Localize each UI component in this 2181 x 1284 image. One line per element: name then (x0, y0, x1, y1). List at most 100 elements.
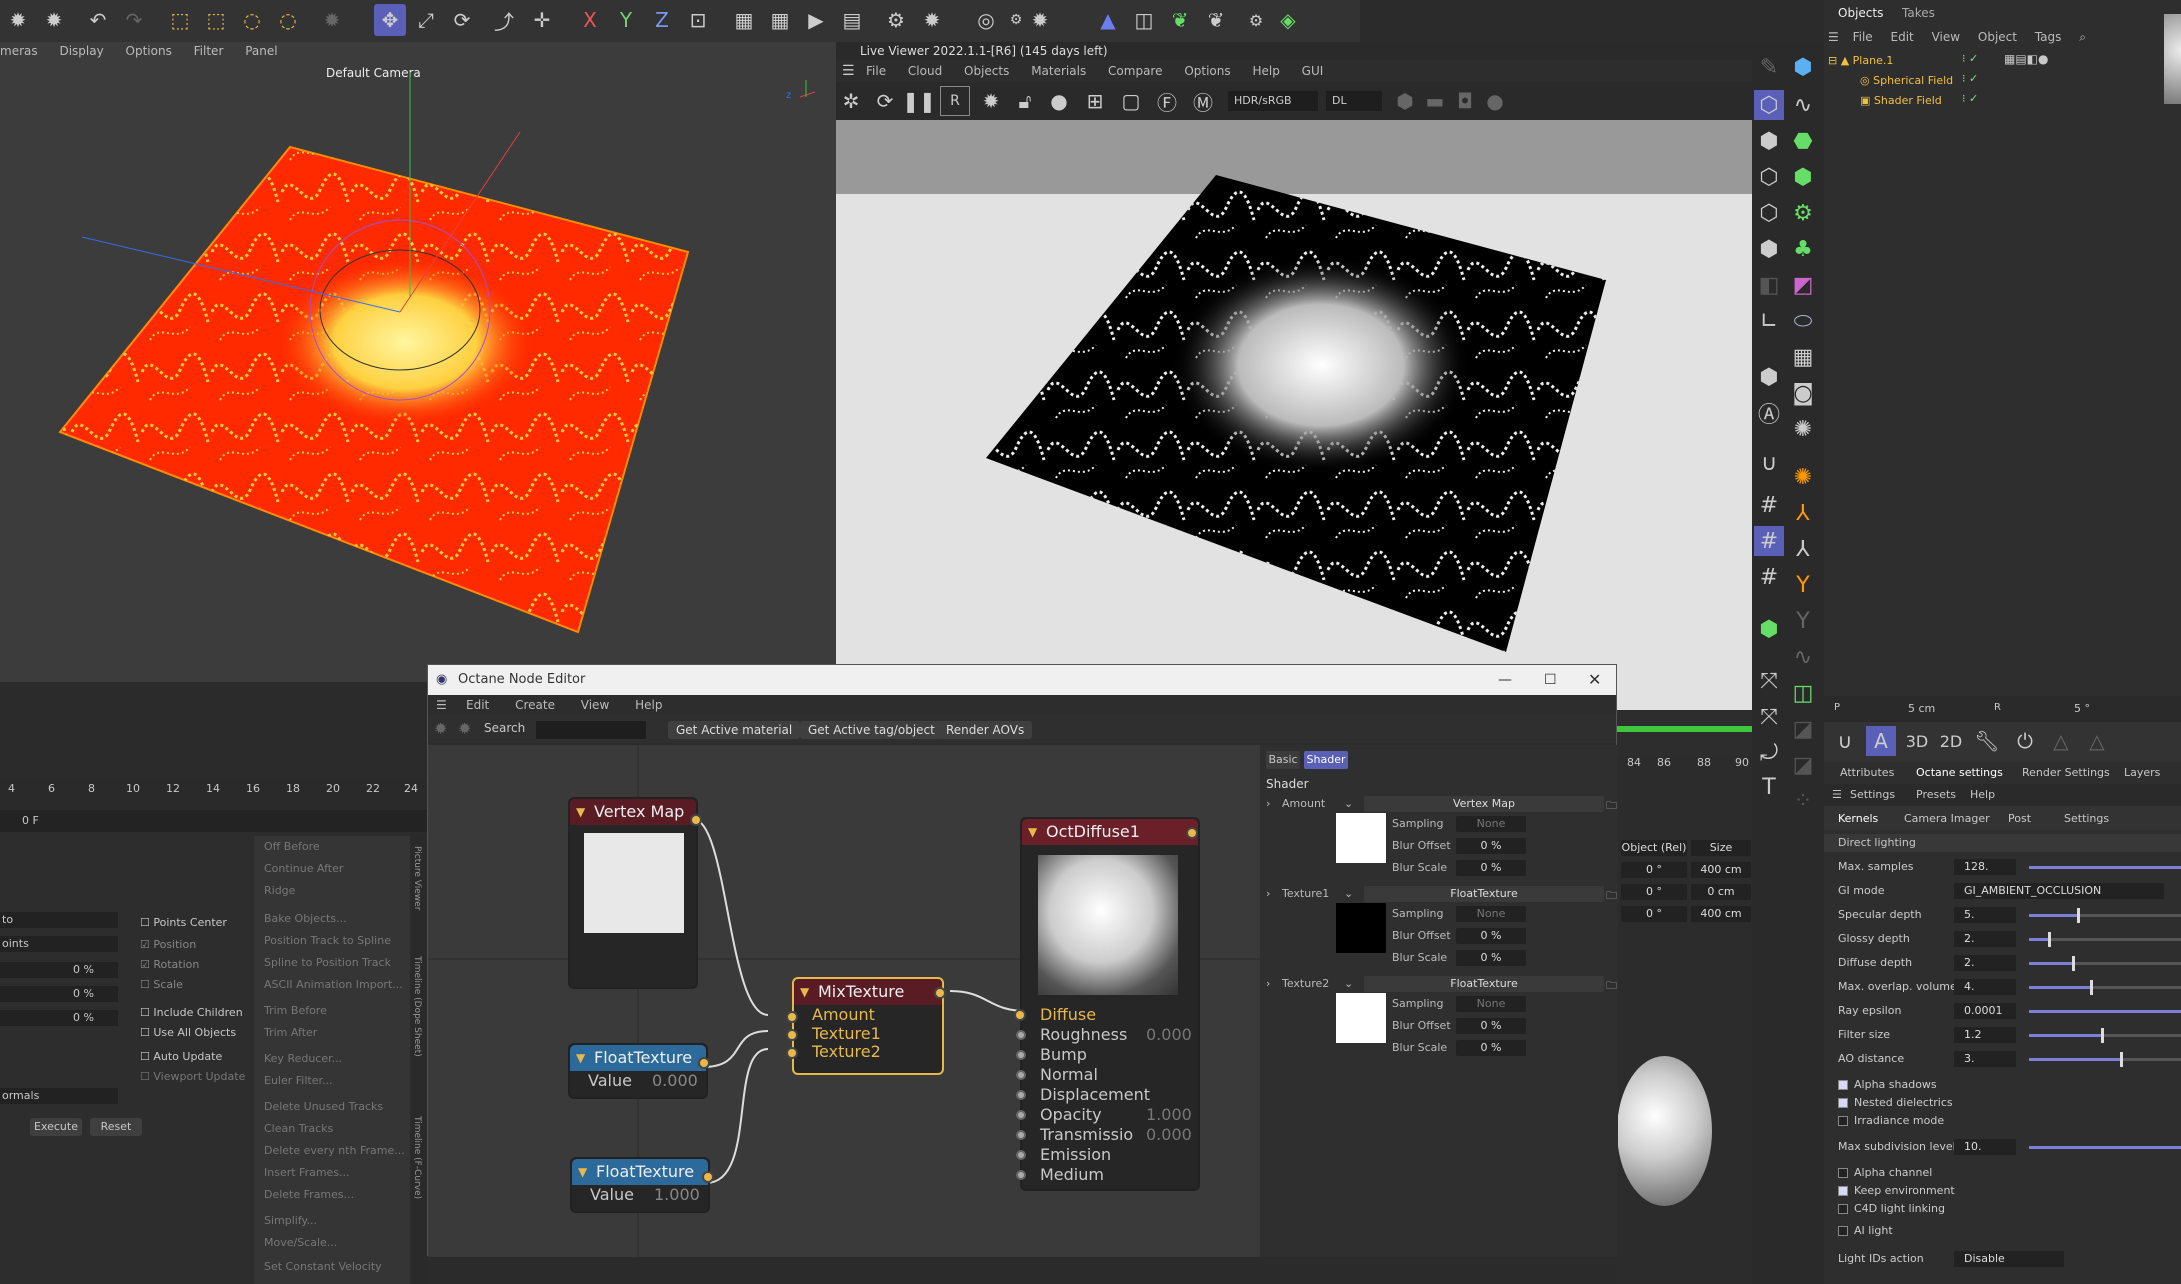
chevron-down-icon[interactable]: ⌄ (1344, 887, 1353, 900)
text-icon[interactable]: A (1866, 726, 1896, 756)
menu-item[interactable]: Move/Scale... (264, 1232, 337, 1254)
objects-menu-view[interactable]: View (1932, 30, 1960, 44)
get-active-material-button[interactable]: Get Active material (668, 721, 801, 739)
chevron-down-icon[interactable]: ⌄ (1344, 797, 1353, 810)
input-pin[interactable] (786, 1047, 798, 1059)
undo-icon[interactable]: ↶ (82, 4, 114, 36)
deformer-icon[interactable]: ◩ (1788, 270, 1818, 300)
scale-checkbox[interactable]: ☐ Scale (140, 978, 183, 991)
hex-icon[interactable]: ⬢ (1390, 86, 1420, 116)
input-pin[interactable] (1016, 1050, 1026, 1060)
blur-offset-field[interactable]: 0 % (1456, 1018, 1526, 1034)
input-pin[interactable] (1016, 1170, 1026, 1180)
slider-filter-size[interactable] (2029, 1028, 2181, 1043)
text-tool-icon[interactable]: T (1754, 772, 1784, 802)
collapse-icon[interactable]: ▼ (576, 799, 585, 825)
warning-icon[interactable]: △ (2082, 726, 2112, 756)
chevron-down-icon[interactable]: ⌄ (1344, 977, 1353, 990)
axis-y-button[interactable]: Y (610, 4, 642, 36)
cube-icon[interactable]: ⬢ (1754, 614, 1784, 644)
output-pin[interactable] (690, 814, 702, 826)
pin-row[interactable]: Bump (1016, 1045, 1202, 1065)
color-space-select[interactable]: HDR/sRGB (1228, 91, 1318, 111)
grid-snap-icon[interactable]: # (1754, 490, 1784, 520)
gear-icon[interactable]: ✹ (916, 4, 948, 36)
slider-glossy-depth[interactable] (2029, 932, 2181, 947)
layer-icon[interactable]: ◫ (1788, 678, 1818, 708)
coord-field[interactable]: 400 cm (1691, 906, 1751, 922)
menu-item[interactable]: Continue After (264, 858, 343, 880)
tab-shader[interactable]: Shader (1304, 751, 1348, 769)
get-active-tag-button[interactable]: Get Active tag/object (800, 721, 943, 739)
viewport[interactable]: meras Display Options Filter Panel Defau… (0, 42, 836, 682)
menu-item[interactable]: Set Constant Velocity (264, 1256, 382, 1278)
input-pin[interactable] (1016, 1110, 1026, 1120)
select-poly-icon[interactable]: ◌ (272, 4, 304, 36)
frame-field[interactable]: 0 F (0, 810, 427, 832)
auto-update-checkbox[interactable]: ☐ Auto Update (140, 1050, 222, 1063)
texture-type-select[interactable]: FloatTexture (1364, 976, 1604, 992)
input-pin[interactable] (786, 1029, 798, 1041)
scale-icon[interactable]: ⤢ (410, 4, 442, 36)
subtab-camera-imager[interactable]: Camera Imager (1904, 812, 1990, 825)
workplane-icon[interactable]: # (1754, 526, 1784, 556)
search-input[interactable] (536, 721, 646, 739)
gear-icon[interactable]: ✹ (38, 4, 70, 36)
hamburger-icon[interactable]: ☰ (1832, 788, 1842, 801)
ne-menu-item[interactable]: Create (515, 698, 555, 712)
lv-menu-file[interactable]: File (866, 64, 886, 78)
pin-row[interactable]: Normal (1016, 1065, 1202, 1085)
menu-item[interactable]: Insert Frames... (264, 1162, 350, 1184)
light-icon[interactable]: ✺ (1788, 414, 1818, 444)
visibility-icon[interactable]: ⁝ ✓ (1962, 72, 1978, 85)
redo-icon[interactable]: ↷ (118, 4, 150, 36)
blur-offset-field[interactable]: 0 % (1456, 838, 1526, 854)
use-all-objects-checkbox[interactable]: ☐ Use All Objects (140, 1026, 236, 1039)
folder-icon[interactable]: 🗀 (1606, 977, 1617, 996)
include-children-checkbox[interactable]: ☐ Include Children (140, 1006, 243, 1019)
polygons-icon[interactable]: ⬡ (1754, 198, 1784, 228)
lv-menu-help[interactable]: Help (1252, 64, 1279, 78)
pin-row[interactable]: Transmissio 0.000 (1016, 1125, 1202, 1145)
focus-icon[interactable]: Ⓕ (1152, 86, 1182, 116)
settings-menu-item[interactable]: Presets (1916, 788, 1956, 801)
move-icon[interactable]: ✥ (374, 4, 406, 36)
input-pin[interactable] (1016, 1030, 1026, 1040)
mirror-icon[interactable]: ❦ (1200, 4, 1232, 36)
deformer-icon[interactable]: ❦ (1164, 4, 1196, 36)
sun-icon[interactable]: ✺ (1788, 462, 1818, 492)
oct-diffuse-node[interactable]: ▼ OctDiffuse1 Diffuse Roughness 0.000 Bum… (1014, 817, 1202, 1191)
side-tab[interactable]: Picture Viewer (412, 846, 422, 910)
pin-value[interactable]: 0.000 (1146, 1125, 1192, 1145)
model-icon[interactable]: ⬡ (1754, 90, 1784, 120)
transform-icon[interactable]: ⤧ (1754, 702, 1784, 732)
expand-icon[interactable]: › (1266, 797, 1270, 810)
tag-icons[interactable]: ▦▤◧● (2004, 52, 2064, 68)
hamburger-icon[interactable]: ☰ (436, 695, 447, 715)
joint-icon[interactable]: ⅄ (1788, 498, 1818, 528)
ik-icon[interactable]: Y (1788, 570, 1818, 600)
menu-item[interactable]: Off Before (264, 836, 320, 858)
collapse-icon[interactable]: ▼ (578, 1159, 587, 1185)
coord-field[interactable]: 0 ° (1621, 906, 1687, 922)
text-icon[interactable]: Ⓐ (1754, 398, 1784, 428)
refresh-icon[interactable]: ⟳ (870, 86, 900, 116)
film-icon[interactable]: ▬ (1420, 86, 1450, 116)
menu-item[interactable]: Euler Filter... (264, 1070, 333, 1092)
camera-icon[interactable]: ◘ (1450, 86, 1480, 116)
slider-specular-depth[interactable] (2029, 908, 2181, 923)
axis-x-button[interactable]: X (574, 4, 606, 36)
spline-icon[interactable]: ∿ (1788, 642, 1818, 672)
layers-icon[interactable]: ◈ (1272, 4, 1304, 36)
lv-menu-cloud[interactable]: Cloud (908, 64, 942, 78)
field-icon[interactable]: ⬭ (1788, 306, 1818, 336)
position-checkbox[interactable]: ☑ Position (140, 938, 196, 951)
side-tab[interactable]: Timeline (F-Curve) (412, 1116, 422, 1199)
subtab-post[interactable]: Post (2008, 812, 2031, 825)
collapse-icon[interactable]: ▼ (576, 1045, 585, 1071)
pause-icon[interactable]: ❚❚ (902, 86, 936, 116)
texture-swatch[interactable] (1336, 813, 1386, 863)
menu-item[interactable]: Delete every nth Frame... (264, 1140, 405, 1162)
3d-icon[interactable]: 3D (1902, 726, 1932, 756)
menu-item[interactable]: Clean Tracks (264, 1118, 333, 1140)
